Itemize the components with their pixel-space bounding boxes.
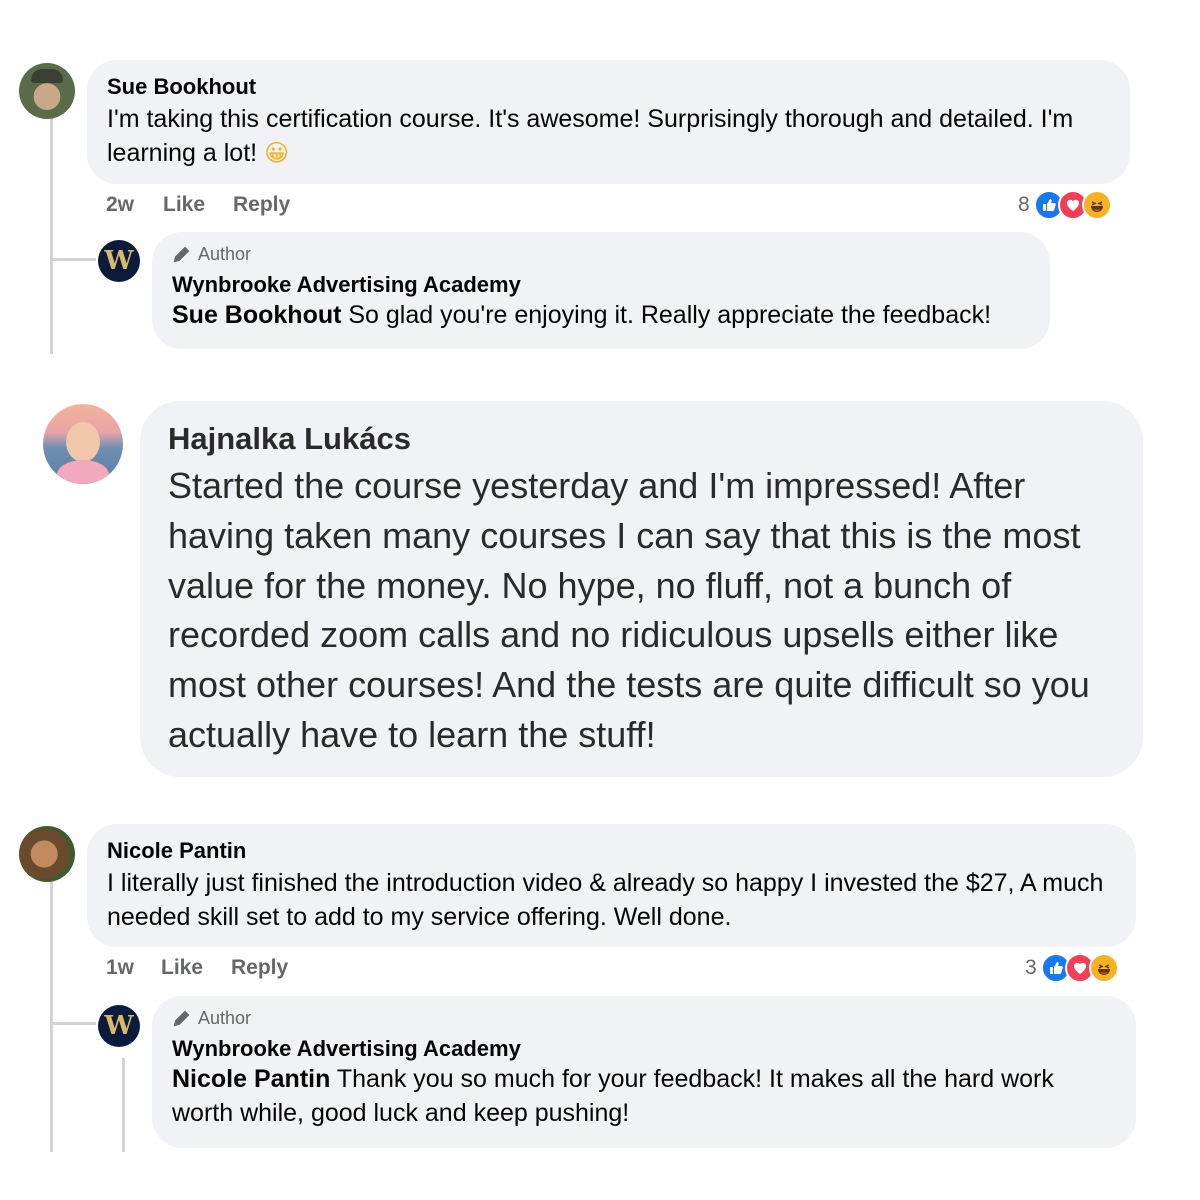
reply-bubble: Author Wynbrooke Advertising Academy Sue… [152,232,1050,349]
comment-timestamp[interactable]: 2w [106,193,134,217]
comment-bubble: Nicole Pantin I literally just finished … [87,824,1136,947]
reactions-summary[interactable]: 3 [1025,952,1119,984]
logo-letter: W [104,246,134,276]
reply-author[interactable]: Wynbrooke Advertising Academy [172,1034,1116,1064]
reply-body: So glad you're enjoying it. Really appre… [341,301,992,329]
avatar-hajnalka-lukacs[interactable] [43,404,123,484]
comment-body: I'm taking this certification course. It… [107,105,1074,167]
mention-link[interactable]: Sue Bookhout [172,301,341,329]
reply-text: Sue Bookhout So glad you're enjoying it.… [172,298,1030,332]
comment-timestamp[interactable]: 1w [106,956,134,980]
haha-icon [1088,953,1119,983]
grinning-emoji: 😀 [264,140,290,167]
pencil-icon [173,246,190,263]
comment-text: I literally just finished the introducti… [107,869,1104,931]
logo-letter: W [104,1011,134,1041]
haha-icon [1081,190,1112,220]
comment-text: Started the course yesterday and I'm imp… [168,465,1090,755]
thread-line [50,118,53,354]
thread-line [122,1058,125,1152]
avatar-body [57,460,109,484]
thread-branch [50,1022,96,1025]
comment-author[interactable]: Sue Bookhout [107,72,1110,102]
pencil-icon [173,1010,190,1027]
like-button[interactable]: Like [161,956,203,980]
reply-author[interactable]: Wynbrooke Advertising Academy [172,270,1030,300]
thread-branch [50,258,96,261]
reaction-count: 3 [1025,956,1037,979]
author-badge: Author [172,242,1030,266]
like-button[interactable]: Like [163,193,205,217]
badge-label: Author [198,1008,252,1028]
comment-author[interactable]: Hajnalka Lukács [168,419,1115,459]
comment-bubble: Hajnalka Lukács Started the course yeste… [140,401,1143,777]
author-badge: Author [172,1006,1116,1030]
reactions-summary[interactable]: 8 [1018,189,1112,221]
avatar-sue-bookhout[interactable] [19,63,75,119]
reply-button[interactable]: Reply [231,956,288,980]
avatar-wynbrooke[interactable]: W [98,240,140,282]
comment-bubble: Sue Bookhout I'm taking this certificati… [87,60,1130,184]
reply-text: Nicole Pantin Thank you so much for your… [172,1062,1116,1130]
avatar-wynbrooke[interactable]: W [98,1005,140,1047]
reply-button[interactable]: Reply [233,193,290,217]
thread-line [50,880,53,1152]
mention-link[interactable]: Nicole Pantin [172,1065,330,1093]
comment-author[interactable]: Nicole Pantin [107,836,1116,866]
comment-text: I'm taking this certification course. It… [107,102,1110,171]
avatar-face [66,422,100,462]
avatar-nicole-pantin[interactable] [19,826,75,882]
badge-label: Author [198,244,252,264]
reply-bubble: Author Wynbrooke Advertising Academy Nic… [152,996,1136,1148]
reaction-count: 8 [1018,193,1030,216]
avatar-hat [31,69,63,83]
